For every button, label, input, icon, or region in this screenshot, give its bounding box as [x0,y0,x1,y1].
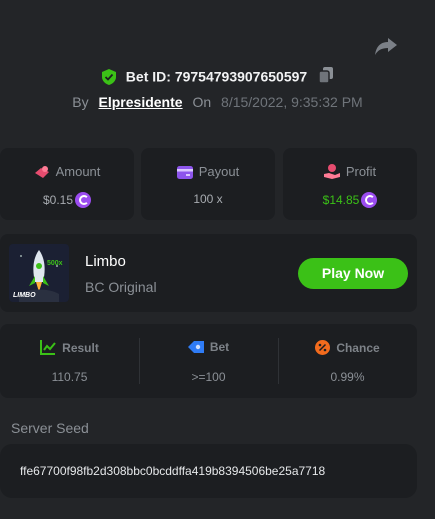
result-icon [40,340,56,355]
result-label: Result [62,341,99,355]
result-value: 110.75 [51,370,88,384]
bet-id-value: 79754793907650597 [174,68,308,85]
bet-id-label: Bet ID: [125,68,171,85]
thumbnail-logo-text: LIMBO [13,292,36,299]
payout-card: Payout 100 x [141,148,275,220]
amount-icon [34,166,49,178]
game-name: Limbo [85,253,126,270]
result-panel: Result 110.75 Bet >=100 Chance 0.99% [0,324,417,398]
amount-label: Amount [55,164,101,179]
chance-label: Chance [336,341,380,355]
chance-column: Chance 0.99% [278,324,417,398]
payout-label: Payout [198,164,240,179]
game-subtitle: BC Original [85,279,157,295]
share-icon[interactable] [373,34,399,58]
on-label: On [192,94,212,110]
chance-value: 0.99% [330,370,365,384]
by-label: By [72,94,89,110]
coin-icon [75,192,92,208]
thumbnail-multiplier: 500x [47,260,63,267]
server-seed-value: ffe67700f98fb2d308bbc0bcddffa419b8394506… [20,464,326,478]
result-column: Result 110.75 [0,324,139,398]
amount-card: Amount $0.15 [0,148,134,220]
game-thumbnail[interactable]: 500x LIMBO [9,244,69,302]
profit-label: Profit [345,164,377,179]
bet-label: Bet [209,340,230,354]
chance-icon [315,340,331,355]
username-link[interactable]: Elpresidente [99,94,183,110]
game-card: 500x LIMBO Limbo BC Original Play Now [0,234,417,312]
profit-card: Profit $14.85 [283,148,417,220]
amount-value: $0.15 [42,193,74,207]
shield-check-icon [101,68,116,85]
bet-column: Bet >=100 [139,324,278,398]
server-seed-field[interactable]: ffe67700f98fb2d308bbc0bcddffa419b8394506… [0,444,417,498]
payout-value: 100 x [193,192,223,206]
bet-datetime: 8/15/2022, 9:35:32 PM [221,94,363,110]
coin-icon [361,192,378,208]
payout-icon [176,166,193,179]
bet-icon [187,341,204,353]
bet-value: >=100 [191,370,226,384]
copy-icon[interactable] [318,67,334,86]
profit-icon [323,164,340,179]
server-seed-label: Server Seed [11,420,89,436]
bet-title: Bet ID: 79754793907650597 [0,67,435,86]
profit-value: $14.85 [322,193,360,207]
play-now-button[interactable]: Play Now [298,258,408,289]
bet-meta: By Elpresidente On 8/15/2022, 9:35:32 PM [0,94,435,110]
